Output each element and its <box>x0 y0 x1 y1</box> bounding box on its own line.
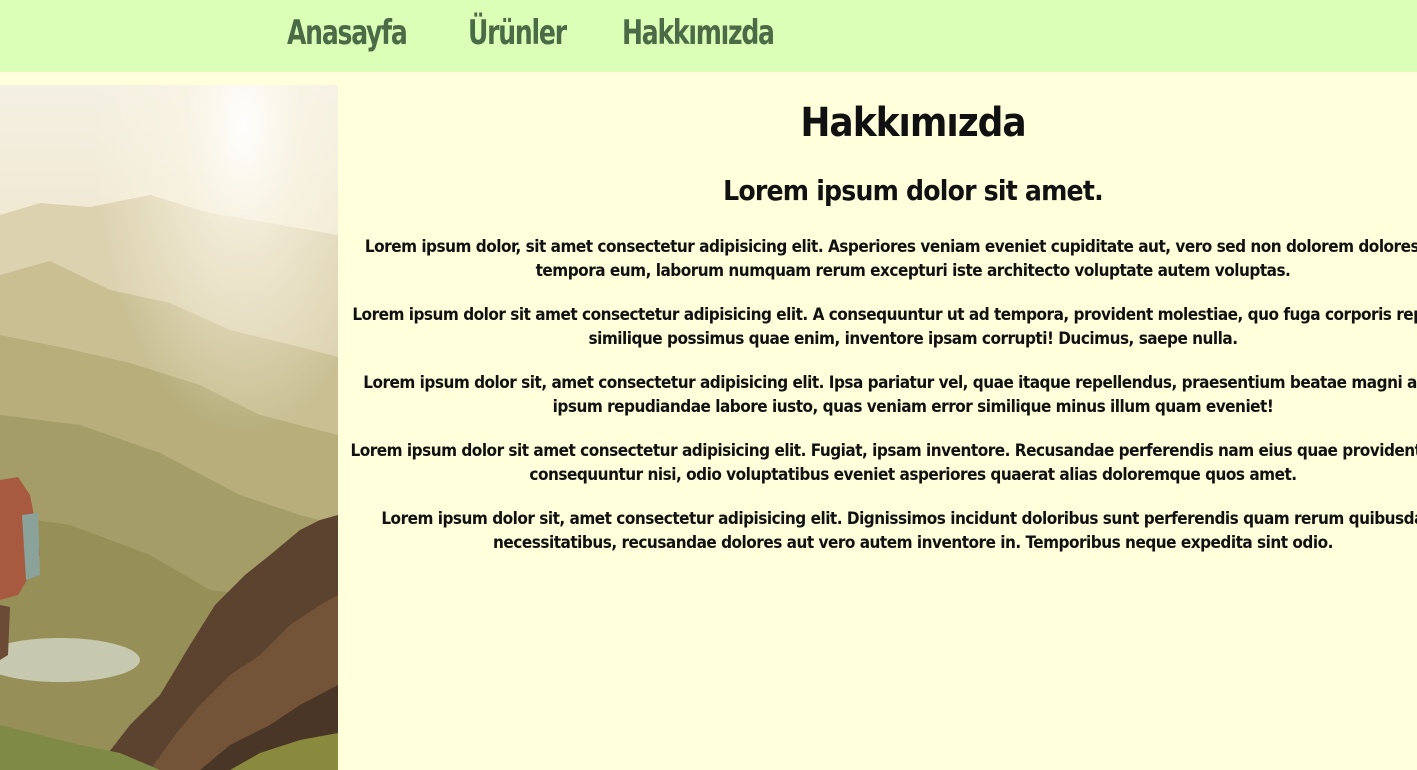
about-paragraph: Lorem ipsum dolor sit, amet consectetur … <box>338 507 1417 555</box>
mountain-hiker-photo <box>0 85 338 770</box>
paragraph-line: Lorem ipsum dolor, sit amet consectetur … <box>364 237 1417 257</box>
about-section: Hakkımızda Lorem ipsum dolor sit amet. L… <box>338 85 1417 770</box>
photo-illustration <box>0 85 338 770</box>
top-navbar: Anasayfa Ürünler Hakkımızda <box>0 0 1417 72</box>
page-title: Hakkımızda <box>800 100 1026 146</box>
about-paragraph: Lorem ipsum dolor, sit amet consectetur … <box>338 235 1417 283</box>
about-paragraph: Lorem ipsum dolor sit, amet consectetur … <box>338 371 1417 419</box>
nav-link-hakkimizda[interactable]: Hakkımızda <box>622 8 775 58</box>
nav-link-anasayfa[interactable]: Anasayfa <box>287 8 408 58</box>
paragraph-line: Lorem ipsum dolor sit amet consectetur a… <box>350 441 1417 461</box>
about-subtitle: Lorem ipsum dolor sit amet. <box>723 174 1104 207</box>
paragraph-line: ipsum repudiandae labore iusto, quas ven… <box>552 397 1274 417</box>
paragraph-line: consequuntur nisi, odio voluptatibus eve… <box>529 465 1297 485</box>
paragraph-line: tempora eum, laborum numquam rerum excep… <box>535 261 1291 281</box>
about-paragraph: Lorem ipsum dolor sit amet consectetur a… <box>338 303 1417 351</box>
nav-link-urunler[interactable]: Ürünler <box>468 8 567 58</box>
paragraph-line: Lorem ipsum dolor sit, amet consectetur … <box>363 373 1417 393</box>
paragraph-line: similique possimus quae enim, inventore … <box>588 329 1238 349</box>
paragraph-line: Lorem ipsum dolor sit, amet consectetur … <box>381 509 1417 529</box>
paragraph-line: Lorem ipsum dolor sit amet consectetur a… <box>352 305 1417 325</box>
paragraph-line: necessitatibus, recusandae dolores aut v… <box>493 533 1333 553</box>
about-paragraph: Lorem ipsum dolor sit amet consectetur a… <box>338 439 1417 487</box>
